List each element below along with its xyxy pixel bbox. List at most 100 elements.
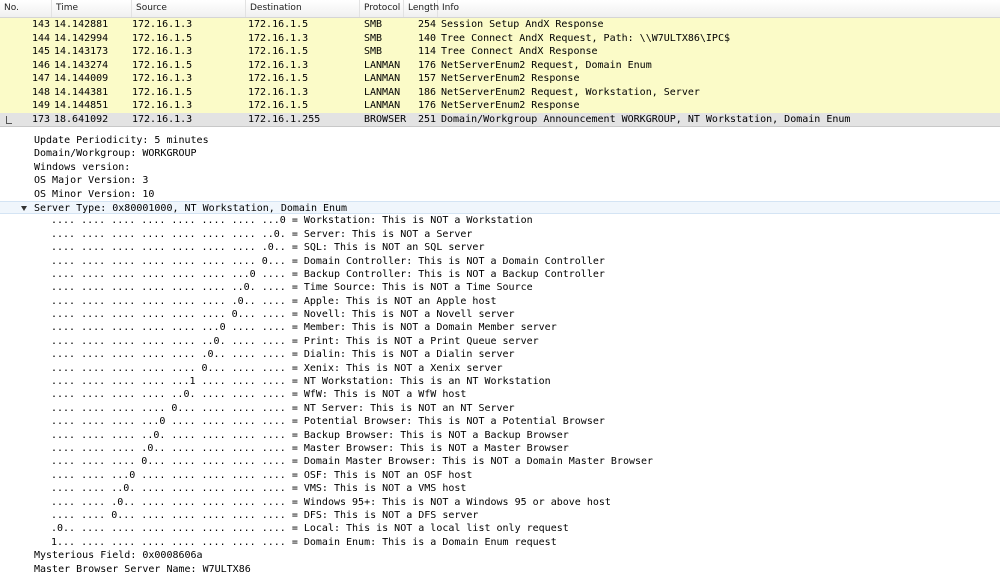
server-type-flag[interactable]: .... .... .... .... .... 0... .... .... …: [0, 362, 1000, 375]
packet-dst-cell: 172.16.1.255: [248, 113, 321, 125]
server-type-flag[interactable]: .0.. .... .... .... .... .... .... .... …: [0, 522, 1000, 535]
detail-text: Mysterious Field: 0x0008606a: [34, 550, 203, 562]
packet-dst-cell: 172.16.1.3: [248, 86, 309, 98]
detail-text: .... .... .... .0.. .... .... .... .... …: [51, 442, 569, 454]
column-header-no[interactable]: No.: [0, 0, 52, 17]
packet-dst-cell: 172.16.1.5: [248, 46, 309, 57]
packet-time-cell: 14.142881: [54, 19, 109, 30]
packet-len-cell: 114: [417, 46, 436, 57]
packet-dst-cell: 172.16.1.5: [248, 100, 309, 111]
packet-list-header: No. Time Source Destination Protocol Len…: [0, 0, 1000, 18]
detail-text: .0.. .... .... .... .... .... .... .... …: [51, 523, 569, 535]
server-type-flag[interactable]: .... .... .... .... ...1 .... .... .... …: [0, 375, 1000, 388]
packet-len-cell: 176: [417, 59, 436, 71]
server-type-flag[interactable]: .... .... .... .... .... .... ...0 .... …: [0, 268, 1000, 281]
detail-field[interactable]: OS Minor Version: 10: [0, 188, 1000, 201]
server-type-flag[interactable]: .... .... .... .... .... .... .... ..0. …: [0, 228, 1000, 241]
packet-src-cell: 172.16.1.3: [132, 113, 193, 125]
column-header-length[interactable]: Length: [404, 0, 439, 17]
detail-text: .... .... .... ..0. .... .... .... .... …: [51, 429, 569, 441]
packet-src-cell: 172.16.1.5: [132, 86, 193, 98]
packet-time-cell: 18.641092: [54, 113, 109, 125]
packet-row[interactable]: 149 14.144851 172.16.1.3 172.16.1.5 LANMAN 17…: [0, 99, 1000, 113]
packet-len-cell: 157: [417, 73, 436, 84]
server-type-flag[interactable]: .... .... .... .... 0... .... .... .... …: [0, 402, 1000, 415]
detail-text: .... .... .... .... .... .... .0.. .... …: [51, 295, 497, 307]
packet-proto-cell: SMB: [364, 46, 383, 57]
server-type-flag[interactable]: .... .... .0.. .... .... .... .... .... …: [0, 496, 1000, 509]
column-header-info[interactable]: Info: [438, 0, 1000, 17]
column-header-destination[interactable]: Destination: [246, 0, 360, 17]
detail-text: .... .... .... .... .... .... ..0. .... …: [51, 282, 533, 294]
packet-info-cell: NetServerEnum2 Request, Domain Enum: [441, 59, 652, 71]
packet-len-cell: 254: [417, 19, 436, 30]
packet-row[interactable]: 146 14.143274 172.16.1.5 172.16.1.3 LANMAN 17…: [0, 58, 1000, 72]
detail-text: .... .... .... .... ..0. .... .... .... …: [51, 389, 467, 401]
server-type-flag[interactable]: .... .... .... .... .... .... 0... .... …: [0, 308, 1000, 321]
packet-time-cell: 14.144381: [54, 86, 109, 98]
column-header-time[interactable]: Time: [52, 0, 132, 17]
server-type-flag[interactable]: .... .... .... .... .... .... .... 0... …: [0, 255, 1000, 268]
server-type-flag[interactable]: .... .... ..0. .... .... .... .... .... …: [0, 482, 1000, 495]
packet-row[interactable]: 143 14.142881 172.16.1.3 172.16.1.5 SMB 254 Se…: [0, 18, 1000, 32]
packet-row[interactable]: 173 18.641092 172.16.1.3 172.16.1.255 BROWSE…: [0, 112, 1000, 127]
detail-field[interactable]: Mysterious Field: 0x0008606a: [0, 549, 1000, 562]
packet-len-cell: 186: [417, 86, 436, 98]
server-type-flag[interactable]: .... .... .... .... .... .0.. .... .... …: [0, 348, 1000, 361]
packet-row[interactable]: 147 14.144009 172.16.1.3 172.16.1.5 LANMAN 15…: [0, 72, 1000, 86]
detail-field[interactable]: OS Major Version: 3: [0, 174, 1000, 187]
packet-time-cell: 14.144851: [54, 100, 109, 111]
packet-time-cell: 14.142994: [54, 32, 109, 44]
packet-no-cell: 144: [31, 32, 50, 44]
packet-proto-cell: BROWSER: [364, 113, 407, 125]
packet-no-cell: 145: [31, 46, 50, 57]
server-type-flag[interactable]: .... .... .... .... .... .... .... .0.. …: [0, 241, 1000, 254]
packet-row[interactable]: 144 14.142994 172.16.1.5 172.16.1.3 SMB 140 Tr…: [0, 31, 1000, 45]
server-type-flag[interactable]: .... .... .... .... .... .... .0.. .... …: [0, 295, 1000, 308]
detail-text: .... .... ...0 .... .... .... .... .... …: [51, 469, 473, 481]
packet-info-cell: NetServerEnum2 Response: [441, 73, 580, 84]
server-type-node[interactable]: Server Type: 0x80001000, NT Workstation,…: [0, 200, 1000, 215]
server-type-flag[interactable]: .... .... .... .... ..0. .... .... .... …: [0, 388, 1000, 401]
packet-proto-cell: LANMAN: [364, 86, 401, 98]
detail-text: .... .... .... .... .... ...0 .... .... …: [51, 322, 557, 334]
server-type-flag[interactable]: .... .... ...0 .... .... .... .... .... …: [0, 469, 1000, 482]
server-type-flag[interactable]: .... .... .... ..0. .... .... .... .... …: [0, 429, 1000, 442]
server-type-flag[interactable]: .... .... .... .... .... .... ..0. .... …: [0, 281, 1000, 294]
detail-text: .... .... .0.. .... .... .... .... .... …: [51, 496, 611, 508]
detail-field[interactable]: Domain/Workgroup: WORKGROUP: [0, 147, 1000, 160]
detail-field[interactable]: Windows version:: [0, 161, 1000, 174]
packet-row[interactable]: 145 14.143173 172.16.1.3 172.16.1.5 SMB 114 Tr…: [0, 45, 1000, 59]
packet-list: 143 14.142881 172.16.1.3 172.16.1.5 SMB 254 Se…: [0, 18, 1000, 127]
server-type-flag[interactable]: .... .... .... .0.. .... .... .... .... …: [0, 442, 1000, 455]
server-type-flag[interactable]: .... .... .... ...0 .... .... .... .... …: [0, 415, 1000, 428]
packet-len-cell: 251: [417, 113, 436, 125]
packet-len-cell: 140: [417, 32, 436, 44]
packet-info-cell: NetServerEnum2 Request, Workstation, Ser…: [441, 86, 700, 98]
packet-row[interactable]: 148 14.144381 172.16.1.5 172.16.1.3 LANMAN 18…: [0, 85, 1000, 99]
detail-field[interactable]: Update Periodicity: 5 minutes: [0, 134, 1000, 147]
detail-text: .... .... .... .... .... .... 0... .... …: [51, 309, 515, 321]
packet-no-cell: 143: [31, 19, 50, 30]
server-type-flag[interactable]: .... .... .... 0... .... .... .... .... …: [0, 455, 1000, 468]
packet-src-cell: 172.16.1.5: [132, 32, 193, 44]
detail-text: .... .... .... .... .... 0... .... .... …: [51, 362, 503, 374]
server-type-flag[interactable]: .... .... .... .... .... .... .... ...0 …: [0, 214, 1000, 227]
detail-text: .... .... .... .... .... .... .... 0... …: [51, 255, 605, 267]
server-type-flag[interactable]: .... .... 0... .... .... .... .... .... …: [0, 509, 1000, 522]
server-type-flag[interactable]: 1... .... .... .... .... .... .... .... …: [0, 536, 1000, 549]
packet-dst-cell: 172.16.1.5: [248, 19, 309, 30]
expand-triangle-icon[interactable]: [21, 205, 27, 211]
column-header-protocol[interactable]: Protocol: [360, 0, 404, 17]
server-type-flag[interactable]: .... .... .... .... .... ..0. .... .... …: [0, 335, 1000, 348]
detail-text: Master Browser Server Name: W7ULTX86: [34, 563, 251, 575]
detail-text: OS Minor Version: 10: [34, 188, 155, 200]
detail-text: .... .... .... .... .... .... .... ..0. …: [51, 228, 473, 240]
detail-field[interactable]: Master Browser Server Name: W7ULTX86: [0, 563, 1000, 576]
packet-info-cell: Domain/Workgroup Announcement WORKGROUP,…: [441, 113, 851, 125]
detail-text: Server Type: 0x80001000, NT Workstation,…: [34, 202, 348, 214]
server-type-flag[interactable]: .... .... .... .... .... ...0 .... .... …: [0, 321, 1000, 334]
detail-text: Domain/Workgroup: WORKGROUP: [34, 148, 197, 160]
detail-text: .... .... .... .... .... .... ...0 .... …: [51, 268, 605, 280]
column-header-source[interactable]: Source: [132, 0, 246, 17]
